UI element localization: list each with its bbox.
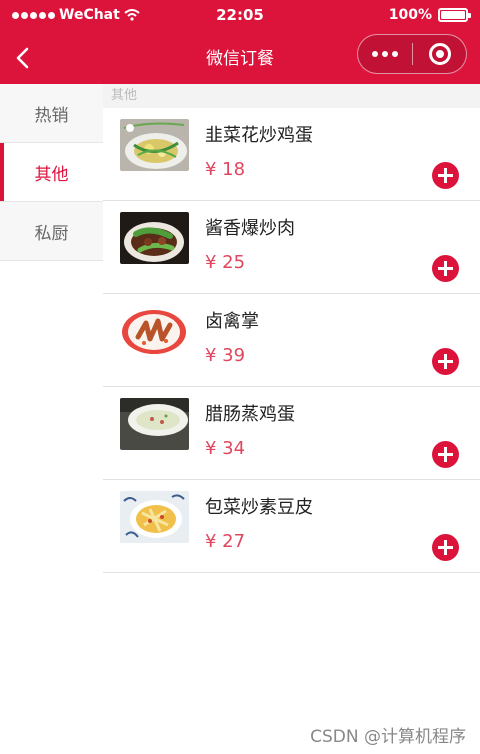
dish-price: ¥ 27 bbox=[205, 531, 246, 552]
sidebar-item-private-kitchen[interactable]: 私厨 bbox=[0, 202, 103, 261]
battery-group: 100% bbox=[388, 7, 471, 23]
dish-photo bbox=[120, 305, 189, 357]
more-dots-icon[interactable] bbox=[358, 35, 412, 73]
list-item: 腊肠蒸鸡蛋 ¥ 34 bbox=[103, 387, 480, 480]
list-item: 卤禽掌 ¥ 39 bbox=[103, 294, 480, 387]
add-to-cart-button[interactable] bbox=[432, 348, 459, 375]
top-bar: WeChat 22:05 100% 微信订餐 bbox=[0, 0, 480, 84]
dish-price: ¥ 25 bbox=[205, 252, 246, 273]
navigation-bar: 微信订餐 bbox=[0, 32, 480, 84]
battery-label: 100% bbox=[388, 7, 432, 23]
dish-name: 包菜炒素豆皮 bbox=[205, 497, 313, 518]
dish-photo bbox=[120, 119, 189, 171]
sidebar-item-label: 热销 bbox=[34, 105, 69, 126]
list-item: 韭菜花炒鸡蛋 ¥ 18 bbox=[103, 108, 480, 201]
mini-program-capsule bbox=[357, 34, 467, 74]
add-to-cart-button[interactable] bbox=[432, 162, 459, 189]
add-to-cart-button[interactable] bbox=[432, 534, 459, 561]
category-sidebar: 热销 其他 私厨 bbox=[0, 84, 103, 754]
sidebar-item-label: 其他 bbox=[34, 164, 69, 185]
sidebar-item-other[interactable]: 其他 bbox=[0, 143, 103, 202]
dish-name: 腊肠蒸鸡蛋 bbox=[205, 404, 295, 425]
sidebar-item-hot[interactable]: 热销 bbox=[0, 84, 103, 143]
sidebar-item-label: 私厨 bbox=[34, 223, 69, 244]
dish-price: ¥ 34 bbox=[205, 438, 246, 459]
dish-name: 酱香爆炒肉 bbox=[205, 218, 295, 239]
target-circle-icon[interactable] bbox=[413, 35, 466, 73]
dish-photo bbox=[120, 398, 189, 450]
section-header: 其他 bbox=[103, 84, 480, 108]
dish-photo bbox=[120, 491, 189, 543]
dish-list-panel: 其他 韭菜花炒鸡蛋 ¥ 18 酱香爆炒肉 ¥ 25 卤禽掌 ¥ 39 腊肠蒸鸡蛋… bbox=[103, 84, 480, 754]
add-to-cart-button[interactable] bbox=[432, 255, 459, 282]
dish-photo bbox=[120, 212, 189, 264]
battery-icon bbox=[438, 8, 471, 22]
dish-name: 卤禽掌 bbox=[205, 311, 259, 332]
status-bar: WeChat 22:05 100% bbox=[0, 0, 480, 32]
add-to-cart-button[interactable] bbox=[432, 441, 459, 468]
list-item: 酱香爆炒肉 ¥ 25 bbox=[103, 201, 480, 294]
dish-price: ¥ 39 bbox=[205, 345, 246, 366]
list-item: 包菜炒素豆皮 ¥ 27 bbox=[103, 480, 480, 573]
watermark: CSDN @计算机程序 bbox=[310, 727, 466, 747]
dish-name: 韭菜花炒鸡蛋 bbox=[205, 125, 313, 146]
dish-price: ¥ 18 bbox=[205, 159, 246, 180]
